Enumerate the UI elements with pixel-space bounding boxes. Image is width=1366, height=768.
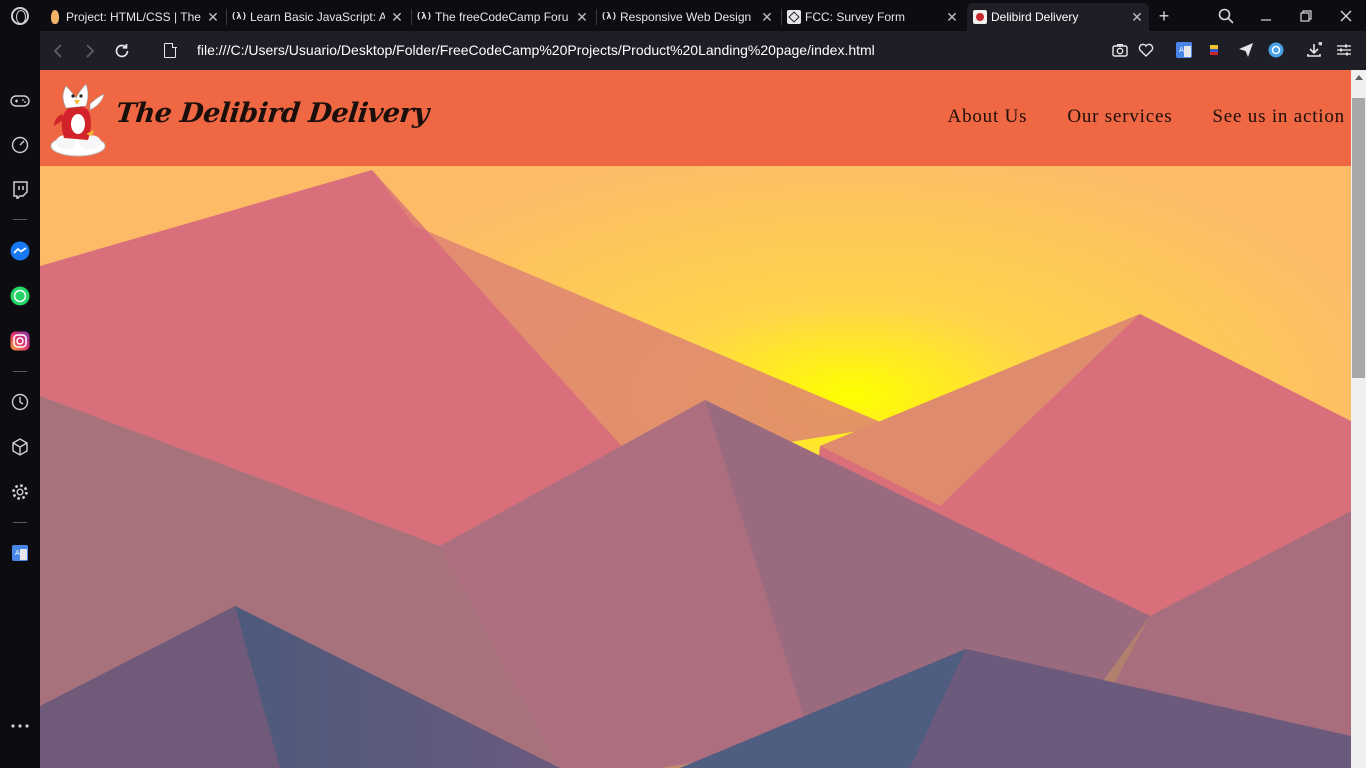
survey-icon xyxy=(787,10,801,24)
freecodecamp-icon: (λ) xyxy=(230,12,248,22)
page-viewport: The Delibird Delivery About Us Our servi… xyxy=(40,70,1351,768)
messenger-icon[interactable] xyxy=(8,239,32,263)
reload-button[interactable] xyxy=(106,31,138,70)
freecodecamp-icon: (λ) xyxy=(415,12,433,22)
settings-icon[interactable] xyxy=(8,480,32,504)
more-icon[interactable] xyxy=(8,714,32,738)
freecodecamp-icon: (λ) xyxy=(600,12,618,22)
send-icon[interactable] xyxy=(1236,40,1256,60)
divider xyxy=(13,371,27,372)
scroll-up-icon[interactable] xyxy=(1355,75,1363,80)
forward-button[interactable] xyxy=(74,31,106,70)
tab-fcc-forum[interactable]: (λ) The freeCodeCamp Foru ✕ xyxy=(411,3,594,31)
opera-menu-icon[interactable] xyxy=(0,0,40,31)
close-icon[interactable]: ✕ xyxy=(201,5,225,29)
divider xyxy=(13,219,27,220)
close-icon[interactable]: ✕ xyxy=(1125,5,1149,29)
vpn-extension-icon[interactable] xyxy=(1266,40,1286,60)
close-icon[interactable]: ✕ xyxy=(755,5,779,29)
svg-text:A: A xyxy=(15,549,20,557)
tab-label: Learn Basic JavaScript: A xyxy=(250,10,385,24)
close-window-button[interactable] xyxy=(1326,0,1366,31)
nav-see-us-in-action[interactable]: See us in action xyxy=(1212,106,1345,128)
nav-about-us[interactable]: About Us xyxy=(948,106,1028,128)
download-icon[interactable] xyxy=(1304,40,1324,60)
tab-label: Responsive Web Design xyxy=(620,10,752,24)
translate-icon[interactable]: A xyxy=(8,541,32,565)
url-field[interactable]: file:///C:/Users/Usuario/Desktop/Folder/… xyxy=(197,42,875,58)
close-icon[interactable]: ✕ xyxy=(940,5,964,29)
tab-label: Delibird Delivery xyxy=(991,10,1079,24)
sidebar: A xyxy=(0,31,40,768)
hero-mountain-illustration xyxy=(40,166,1351,768)
new-tab-button[interactable]: + xyxy=(1152,3,1176,29)
tab-delibird-delivery[interactable]: Delibird Delivery ✕ xyxy=(967,3,1149,31)
svg-text:A: A xyxy=(1179,46,1184,54)
instagram-icon[interactable] xyxy=(8,329,32,353)
whatsapp-icon[interactable] xyxy=(8,284,32,308)
tab-label: Project: HTML/CSS | The xyxy=(66,10,201,24)
bunny-icon xyxy=(48,10,62,24)
delibird-icon xyxy=(973,10,987,24)
site-nav: About Us Our services See us in action xyxy=(948,106,1345,128)
delibird-logo[interactable] xyxy=(50,78,110,158)
back-button[interactable] xyxy=(42,31,74,70)
easy-setup-icon[interactable] xyxy=(1334,40,1354,60)
history-icon[interactable] xyxy=(8,390,32,414)
tab-project-html-css[interactable]: Project: HTML/CSS | The ✕ xyxy=(42,3,225,31)
address-bar: file:///C:/Users/Usuario/Desktop/Folder/… xyxy=(40,31,1366,70)
tab-search-icon[interactable] xyxy=(1206,0,1246,31)
tab-bar: Project: HTML/CSS | The ✕ (λ) Learn Basi… xyxy=(0,0,1366,31)
close-icon[interactable]: ✕ xyxy=(385,5,409,29)
close-icon[interactable]: ✕ xyxy=(570,5,594,29)
twitch-icon[interactable] xyxy=(8,178,32,202)
tab-learn-js[interactable]: (λ) Learn Basic JavaScript: A ✕ xyxy=(226,3,409,31)
restore-button[interactable] xyxy=(1286,0,1326,31)
game-controller-icon[interactable] xyxy=(8,89,32,113)
translate-extension-icon[interactable]: A xyxy=(1174,40,1194,60)
tab-label: FCC: Survey Form xyxy=(805,10,906,24)
site-header: The Delibird Delivery About Us Our servi… xyxy=(40,70,1351,166)
extensions-icon[interactable] xyxy=(8,435,32,459)
wallet-extension-icon[interactable] xyxy=(1204,40,1224,60)
speed-dial-icon[interactable] xyxy=(8,133,32,157)
page-info-icon[interactable] xyxy=(164,42,177,58)
minimize-button[interactable] xyxy=(1246,0,1286,31)
scrollbar-thumb[interactable] xyxy=(1352,98,1365,378)
divider xyxy=(13,522,27,523)
bookmark-heart-icon[interactable] xyxy=(1136,40,1156,60)
site-title: The Delibird Delivery xyxy=(114,98,431,129)
tab-responsive-web-design[interactable]: (λ) Responsive Web Design ✕ xyxy=(596,3,779,31)
snapshot-icon[interactable] xyxy=(1110,40,1130,60)
tab-survey-form[interactable]: FCC: Survey Form ✕ xyxy=(781,3,964,31)
nav-our-services[interactable]: Our services xyxy=(1067,106,1172,128)
page-scrollbar[interactable] xyxy=(1351,70,1366,768)
tab-label: The freeCodeCamp Foru xyxy=(435,10,569,24)
